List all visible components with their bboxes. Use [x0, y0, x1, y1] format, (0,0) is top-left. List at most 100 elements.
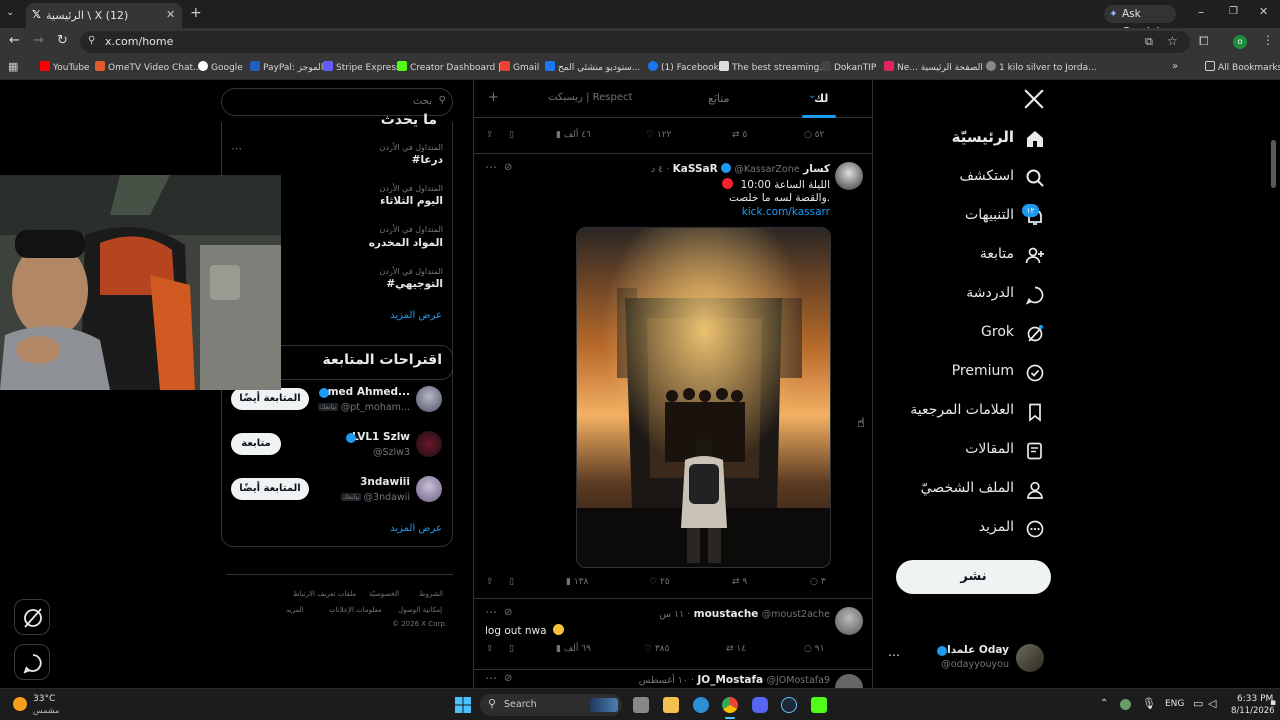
repost-button[interactable]: ⇄ ١٤ — [726, 644, 746, 654]
grok-post-icon[interactable]: ⊘ — [504, 673, 512, 684]
clock-date[interactable]: 8/11/2026 — [1231, 706, 1275, 716]
suggestion-avatar[interactable] — [416, 476, 442, 502]
microphone-icon[interactable]: 🎙 — [1142, 697, 1156, 710]
discord-icon[interactable] — [752, 697, 768, 713]
grok-floating-button[interactable] — [14, 599, 50, 635]
minimize-icon[interactable]: – — [1198, 5, 1204, 19]
footer-privacy[interactable]: الخصوصيّة — [369, 590, 399, 598]
suggestion-name[interactable]: 3ndawiii — [360, 476, 410, 488]
footer-terms[interactable]: الشروط — [419, 590, 443, 598]
trend-item[interactable]: اليوم الثلاثاء — [380, 195, 443, 207]
site-info-icon[interactable]: ⚲ — [88, 35, 95, 46]
follow-show-more[interactable]: عرض المزيد — [390, 523, 442, 534]
address-bar[interactable]: ⚲ x.com/home ⧉ ☆ — [80, 31, 1190, 53]
trend-item[interactable]: المواد المخدره — [369, 237, 443, 249]
bookmark-post-icon[interactable]: ▯ — [509, 130, 514, 140]
reply-button[interactable]: ○ ٣ — [810, 577, 826, 587]
share-icon[interactable]: ⇪ — [486, 577, 494, 587]
like-button[interactable]: ♡ ١٢٢ — [646, 130, 671, 140]
clock-time[interactable]: 6:33 PM — [1237, 694, 1273, 704]
messages-floating-button[interactable] — [14, 644, 50, 680]
new-tab-icon[interactable]: + — [190, 5, 202, 21]
post-card[interactable]: JO_Mostafa @JOMostafa9 · ١٠ أغسطس ⊘ ⋯ — [474, 670, 872, 688]
all-bookmarks-button[interactable]: All Bookmarks — [1205, 61, 1280, 73]
post-avatar[interactable] — [835, 162, 863, 190]
weather-temp[interactable]: 33°C — [33, 694, 55, 704]
follow-back-button[interactable]: المتابعة أيضًا — [231, 478, 309, 500]
views-button[interactable]: ▮ ٦٩ ألف — [556, 644, 591, 654]
tray-overflow-icon[interactable]: ⌃ — [1100, 698, 1108, 709]
bookmark-dokantip[interactable]: DokanTIP — [821, 61, 876, 73]
volume-icon[interactable]: ◁ — [1208, 697, 1216, 710]
post-card[interactable]: moustache @moust2ache · ١١ س ⊘ ⋯ log out… — [474, 599, 872, 669]
footer-ads-info[interactable]: معلومات الإعلانات — [329, 606, 382, 614]
views-button[interactable]: ▮ ٤٦ ألف — [556, 130, 591, 140]
reply-button[interactable]: ○ ٥٢ — [804, 130, 824, 140]
follow-button[interactable]: متابعة — [231, 433, 281, 455]
post-card[interactable]: كسار KaSSaR @KassarZone · ٤ د ⊘ ⋯ الليلة… — [474, 154, 872, 604]
add-tab-icon[interactable]: + — [488, 90, 499, 105]
nav-follow[interactable]: متابعة — [980, 246, 1014, 276]
bookmark-creator-dashboard[interactable]: Creator Dashboard |... — [397, 61, 510, 73]
edge-icon[interactable] — [693, 697, 709, 713]
account-menu-icon[interactable]: ⋯ — [888, 648, 900, 662]
window-close-icon[interactable]: ✕ — [1259, 5, 1268, 18]
tab-following[interactable]: متابَع — [708, 92, 729, 105]
bookmark-gmail[interactable]: Gmail — [500, 61, 539, 73]
nav-chat[interactable]: الدردشة — [966, 285, 1014, 315]
nav-profile[interactable]: الملف الشخصيّ — [921, 480, 1014, 510]
bookmark-paypal[interactable]: PayPal: الموجز — [250, 61, 323, 73]
bookmark-studio[interactable]: ستوديو منشئي المح... — [545, 61, 640, 73]
ask-gemini-button[interactable]: ✦ Ask Gemini — [1104, 5, 1176, 38]
nav-notifications[interactable]: التنبيهات — [965, 207, 1014, 237]
repost-button[interactable]: ⇄ ٩ — [732, 577, 747, 587]
post-avatar[interactable] — [835, 607, 863, 635]
share-icon[interactable]: ⇪ — [486, 644, 494, 654]
nav-home[interactable]: الرئيسيّة — [952, 128, 1014, 158]
post-more-icon[interactable]: ⋯ — [485, 160, 497, 174]
bookmark-ometv[interactable]: OmeTV Video Chat... — [95, 61, 202, 73]
post-more-icon[interactable]: ⋯ — [485, 671, 497, 685]
bookmark-streaming[interactable]: The best streaming... — [719, 61, 828, 73]
post-button[interactable]: نشر — [896, 560, 1051, 594]
post-image[interactable] — [576, 227, 831, 568]
suggestion-avatar[interactable] — [416, 431, 442, 457]
suggestion-avatar[interactable] — [416, 386, 442, 412]
account-switcher[interactable]: علمدار Oday @odayyouyou ⋯ — [885, 642, 1060, 678]
footer-cookies[interactable]: ملفات تعريف الارتباط — [293, 590, 356, 598]
profile-avatar[interactable]: o — [1233, 35, 1247, 49]
like-button[interactable]: ♡ ٢٥ — [649, 577, 670, 587]
reload-icon[interactable]: ↻ — [57, 33, 68, 48]
bookmark-stripe[interactable]: Stripe Express — [323, 61, 401, 73]
bookmark-star-icon[interactable]: ☆ — [1167, 34, 1178, 48]
language-indicator[interactable]: ENG — [1165, 699, 1184, 709]
trend-more-icon[interactable]: ⋯ — [231, 142, 242, 155]
nav-articles[interactable]: المقالات — [965, 441, 1014, 471]
page-scrollbar[interactable] — [1271, 140, 1276, 188]
browser-menu-icon[interactable]: ⋮ — [1262, 33, 1274, 47]
tab-list-chevron-icon[interactable]: ⌄ — [6, 7, 20, 21]
repost-button[interactable]: ⇄ ٥ — [732, 130, 747, 140]
task-view-icon[interactable] — [633, 697, 649, 713]
bookmark-silver[interactable]: 1 kilo silver to Jorda... — [986, 61, 1097, 73]
bookmark-facebook[interactable]: (1) Facebook — [648, 61, 719, 73]
maximize-icon[interactable]: ❐ — [1229, 6, 1238, 17]
bookmark-homepage[interactable]: Ne... الصفحة الرئيسية — [884, 61, 983, 73]
windows-start-icon[interactable] — [455, 697, 471, 713]
notifications-tray-icon[interactable]: ▪ — [1270, 698, 1276, 708]
follow-back-button[interactable]: المتابعة أيضًا — [231, 388, 309, 410]
taskbar-search[interactable]: ⚲ Search — [480, 694, 622, 716]
footer-accessibility[interactable]: إمكانية الوصول — [398, 606, 442, 614]
chrome-icon[interactable] — [722, 697, 738, 713]
apps-grid-icon[interactable]: ▦ — [8, 60, 18, 73]
more-bookmarks-icon[interactable]: » — [1172, 61, 1178, 72]
suggestion-name[interactable]: amed Ahmed... — [321, 386, 410, 398]
network-icon[interactable]: ▭ — [1193, 697, 1203, 710]
grok-post-icon[interactable]: ⊘ — [504, 607, 512, 618]
post-link[interactable]: kick.com/kassarr — [742, 206, 830, 218]
nav-more[interactable]: المزيد — [979, 519, 1014, 549]
views-button[interactable]: ▮ ١٣٨ — [566, 577, 588, 587]
forward-icon[interactable]: → — [33, 33, 44, 48]
like-button[interactable]: ♡ ٣٨٥ — [644, 644, 669, 654]
file-explorer-icon[interactable] — [663, 697, 679, 713]
